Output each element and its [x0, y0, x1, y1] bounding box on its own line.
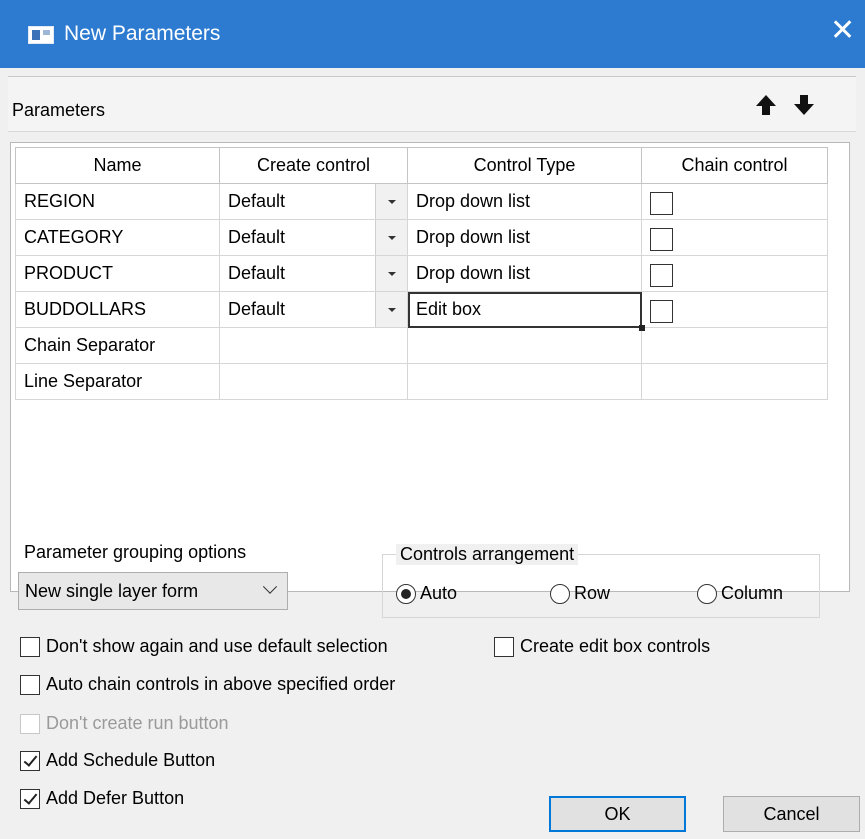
chain-control-checkbox[interactable] — [650, 300, 673, 323]
chevron-down-icon — [262, 579, 278, 594]
table-header-row: Name Create control Control Type Chain c… — [15, 147, 828, 184]
table-row[interactable]: PRODUCT Default Drop down list — [15, 255, 828, 292]
column-header-chain-control[interactable]: Chain control — [641, 147, 828, 184]
chain-control-cell[interactable] — [641, 363, 828, 400]
control-type-cell[interactable] — [407, 363, 642, 400]
table-row[interactable]: Line Separator — [15, 363, 828, 400]
add-schedule-label: Add Schedule Button — [46, 750, 216, 770]
control-type-value: Edit box — [416, 299, 482, 319]
column-header-control-type[interactable]: Control Type — [407, 147, 642, 184]
add-schedule-option[interactable]: Add Schedule Button — [20, 750, 215, 771]
ok-button[interactable]: OK — [549, 796, 686, 832]
control-type-cell-selected[interactable]: Edit box — [407, 291, 645, 331]
parameters-toolbar: Parameters — [8, 76, 856, 132]
auto-chain-label: Auto chain controls in above specified o… — [46, 674, 396, 694]
control-type-cell[interactable]: Drop down list — [407, 183, 642, 220]
create-control-dropdown[interactable]: Default — [219, 255, 408, 292]
dont-create-run-label: Don't create run button — [46, 713, 229, 733]
dont-create-run-checkbox — [20, 713, 40, 734]
controls-arrangement-legend: Controls arrangement — [396, 544, 579, 565]
create-control-cell[interactable] — [219, 363, 408, 400]
chain-control-cell[interactable] — [641, 255, 828, 292]
radio-row[interactable]: Row — [550, 583, 610, 604]
dont-show-again-checkbox[interactable] — [20, 636, 40, 657]
param-name-cell[interactable]: REGION — [15, 183, 220, 220]
create-edit-box-label: Create edit box controls — [520, 636, 711, 656]
dont-show-again-option[interactable]: Don't show again and use default selecti… — [20, 636, 388, 657]
create-control-dropdown[interactable]: Default — [219, 219, 408, 256]
radio-column-dot[interactable] — [697, 583, 717, 604]
param-name-cell[interactable]: CATEGORY — [15, 219, 220, 256]
radio-column[interactable]: Column — [697, 583, 783, 604]
radio-auto-dot[interactable] — [396, 583, 416, 604]
dont-create-run-option: Don't create run button — [20, 713, 229, 734]
chain-control-checkbox[interactable] — [650, 228, 673, 251]
column-header-name[interactable]: Name — [15, 147, 220, 184]
chain-control-cell[interactable] — [641, 219, 828, 256]
cell-selection-handle[interactable] — [639, 325, 645, 331]
param-name-cell[interactable]: PRODUCT — [15, 255, 220, 292]
table-row[interactable]: BUDDOLLARS Default Edit box — [15, 291, 828, 331]
create-edit-box-option[interactable]: Create edit box controls — [494, 636, 710, 657]
add-defer-label: Add Defer Button — [46, 788, 185, 808]
create-control-cell[interactable] — [219, 327, 408, 364]
table-row[interactable]: CATEGORY Default Drop down list — [15, 219, 828, 256]
add-schedule-checkbox[interactable] — [20, 750, 40, 771]
control-type-cell[interactable] — [407, 327, 642, 364]
parameters-label: Parameters — [12, 100, 106, 120]
create-control-dropdown[interactable]: Default — [219, 291, 408, 328]
grouping-select-value: New single layer form — [25, 581, 199, 601]
parameters-table: Name Create control Control Type Chain c… — [15, 147, 828, 400]
arrow-down-icon[interactable] — [790, 91, 818, 119]
radio-auto-label: Auto — [420, 583, 458, 603]
dialog-body: Parameters Name Create control Control T… — [0, 68, 865, 839]
chain-control-checkbox[interactable] — [650, 264, 673, 287]
parameters-grid: Name Create control Control Type Chain c… — [10, 142, 850, 592]
chain-control-checkbox[interactable] — [650, 192, 673, 215]
table-row[interactable]: Chain Separator — [15, 327, 828, 364]
grouping-select[interactable]: New single layer form — [18, 572, 288, 610]
cancel-button[interactable]: Cancel — [723, 796, 860, 832]
auto-chain-checkbox[interactable] — [20, 674, 40, 695]
window-title: New Parameters — [64, 22, 221, 45]
chain-control-cell[interactable] — [641, 183, 828, 220]
param-name-cell[interactable]: BUDDOLLARS — [15, 291, 220, 328]
chain-control-cell[interactable] — [641, 291, 828, 328]
grouping-label: Parameter grouping options — [24, 542, 247, 562]
create-control-value: Default — [228, 227, 286, 247]
param-name-cell[interactable]: Chain Separator — [15, 327, 220, 364]
dropdown-arrow-icon[interactable] — [375, 220, 407, 255]
radio-row-label: Row — [574, 583, 611, 603]
dropdown-arrow-icon[interactable] — [375, 292, 407, 327]
create-control-value: Default — [228, 191, 286, 211]
column-header-create-control[interactable]: Create control — [219, 147, 408, 184]
chain-control-cell[interactable] — [641, 327, 828, 364]
radio-row-dot[interactable] — [550, 583, 570, 604]
create-control-value: Default — [228, 299, 286, 319]
dropdown-arrow-icon[interactable] — [375, 184, 407, 219]
arrow-up-icon[interactable] — [752, 91, 780, 119]
add-defer-checkbox[interactable] — [20, 788, 40, 809]
control-type-cell[interactable]: Drop down list — [407, 219, 642, 256]
table-row[interactable]: REGION Default Drop down list — [15, 183, 828, 220]
control-type-cell[interactable]: Drop down list — [407, 255, 642, 292]
create-edit-box-checkbox[interactable] — [494, 636, 514, 657]
auto-chain-option[interactable]: Auto chain controls in above specified o… — [20, 674, 395, 695]
app-window-icon — [28, 26, 54, 44]
param-name-cell[interactable]: Line Separator — [15, 363, 220, 400]
close-icon[interactable]: ✕ — [830, 16, 855, 46]
title-bar: New Parameters ✕ — [0, 0, 865, 68]
radio-auto[interactable]: Auto — [396, 583, 457, 604]
dont-show-again-label: Don't show again and use default selecti… — [46, 636, 388, 656]
create-control-dropdown[interactable]: Default — [219, 183, 408, 220]
radio-column-label: Column — [721, 583, 784, 603]
create-control-value: Default — [228, 263, 286, 283]
dropdown-arrow-icon[interactable] — [375, 256, 407, 291]
add-defer-option[interactable]: Add Defer Button — [20, 788, 184, 809]
